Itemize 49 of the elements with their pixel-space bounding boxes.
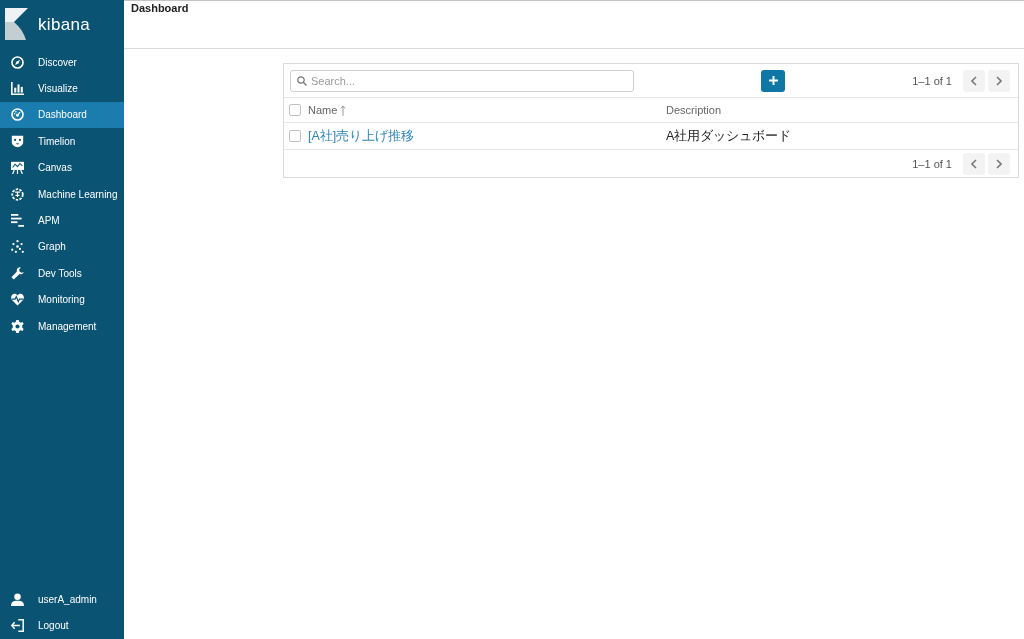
dots-icon (11, 240, 24, 254)
description-text: A社用ダッシュボード (666, 127, 792, 145)
dashboard-link[interactable]: [A社]売り上げ推移 (308, 128, 415, 143)
nav-item[interactable]: APM (0, 207, 124, 234)
nav-item[interactable]: Graph (0, 233, 124, 261)
next-page-button[interactable] (988, 69, 1010, 92)
nav-item[interactable]: Monitoring (0, 286, 124, 313)
prev-page-button[interactable] (963, 69, 985, 92)
wrench-icon (11, 266, 24, 280)
nav-item[interactable]: Machine Learning (0, 180, 124, 208)
next-page-button[interactable] (988, 152, 1010, 175)
easel-icon (11, 161, 24, 175)
account-item[interactable]: userA_admin (0, 586, 124, 613)
bar-chart-icon (11, 82, 24, 96)
page-info: 1–1 of 1 (912, 74, 952, 87)
dashed-ring-icon (11, 187, 24, 201)
compass-icon (11, 55, 24, 69)
page-info: 1–1 of 1 (912, 157, 952, 170)
heartbeat-icon (11, 293, 24, 307)
prev-page-button[interactable] (963, 152, 985, 175)
nav-item[interactable]: Dashboard (0, 101, 124, 129)
row-checkbox[interactable] (289, 130, 301, 142)
shield-icon (11, 134, 24, 148)
chevron-right-icon (996, 75, 1002, 86)
page-title: Dashboard (131, 2, 189, 15)
gauge-icon (11, 108, 24, 122)
chevron-left-icon (971, 158, 977, 169)
chevron-left-icon (971, 75, 977, 86)
nav-item[interactable]: Canvas (0, 154, 124, 181)
nav-item[interactable]: Discover (0, 49, 124, 76)
logo-icon (5, 8, 28, 40)
search-icon (297, 75, 307, 86)
nav-item[interactable]: Visualize (0, 75, 124, 102)
column-header[interactable]: Name (308, 104, 347, 116)
gear-icon (11, 319, 24, 333)
lines-icon (11, 214, 24, 228)
nav-item[interactable]: Timelion (0, 128, 124, 155)
nav-item[interactable]: Dev Tools (0, 260, 124, 287)
column-header[interactable]: Description (666, 104, 722, 116)
logout-icon (11, 619, 24, 633)
plus-icon (768, 76, 778, 85)
select-all-checkbox[interactable] (289, 104, 301, 116)
search-field[interactable]: Search... (290, 69, 634, 92)
nav-item[interactable]: Management (0, 312, 124, 340)
account-item[interactable]: Logout (0, 612, 124, 639)
user-icon (11, 592, 24, 606)
chevron-right-icon (996, 158, 1002, 169)
add-button[interactable] (761, 69, 786, 92)
logo-text: kibana (38, 15, 90, 35)
